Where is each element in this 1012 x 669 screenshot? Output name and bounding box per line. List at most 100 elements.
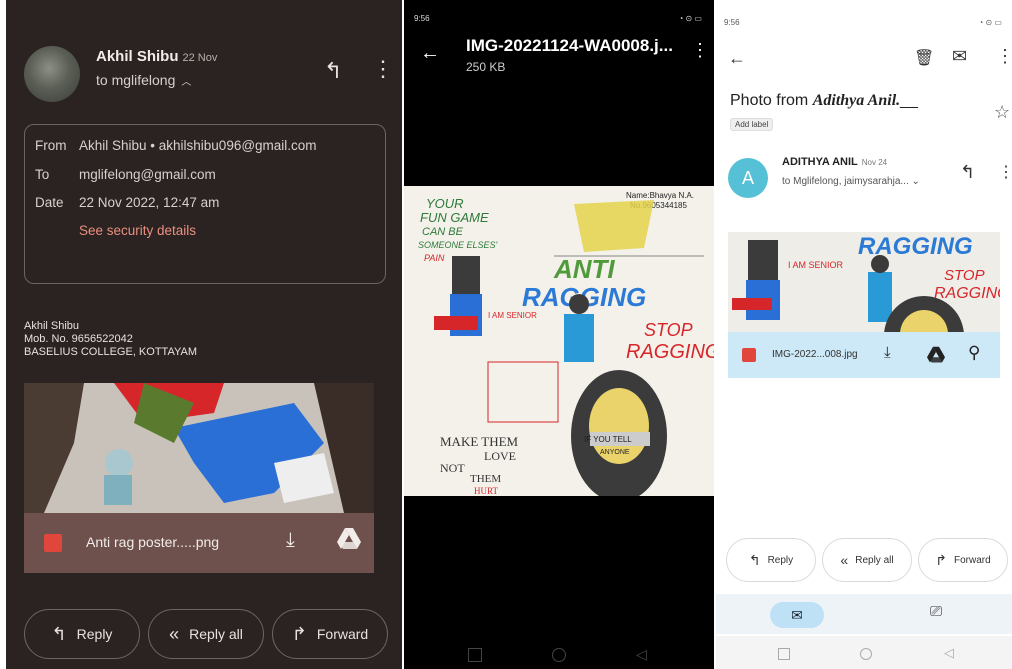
attachment-bar[interactable]: Anti rag poster.....png ⤓: [24, 513, 374, 573]
reply-icon[interactable]: ↰: [960, 162, 975, 183]
to-label: To: [35, 167, 50, 182]
reply-all-button[interactable]: « Reply all: [148, 609, 264, 659]
sender-avatar[interactable]: A: [728, 158, 768, 198]
star-icon[interactable]: ☆: [994, 102, 1010, 123]
forward-button[interactable]: ↱ Forward: [272, 609, 388, 659]
sender-name: ADITHYA ANIL: [782, 156, 858, 168]
attachment-preview[interactable]: RAGGING STOP RAGGING I AM SENIOR: [728, 232, 1000, 332]
sender-name: Akhil Shibu: [96, 48, 179, 65]
sender-header: Akhil Shibu 22 Nov: [96, 48, 217, 65]
poster-text: FUN GAME: [420, 210, 489, 225]
download-icon[interactable]: ⤓: [884, 344, 891, 361]
poster-text: RAGGING: [858, 233, 973, 260]
status-time: 9:56: [724, 18, 740, 27]
to-value: mglifelong@gmail.com: [79, 167, 216, 182]
poster-text: PAIN: [424, 253, 445, 263]
reply-label: Reply: [767, 554, 794, 566]
details-date-row: Date 22 Nov 2022, 12:47 am: [35, 195, 219, 210]
video-icon[interactable]: ⎚: [930, 603, 942, 620]
signature-line: BASELIUS COLLEGE, KOTTAYAM: [24, 346, 197, 358]
attachment-preview[interactable]: [24, 383, 374, 513]
forward-label: Forward: [316, 626, 369, 642]
reply-button[interactable]: ↰ Reply: [726, 538, 816, 582]
poster-text: CAN BE: [422, 226, 464, 238]
recipient-toggle[interactable]: to mglifelong ︿: [96, 72, 191, 88]
poster-text: RAGGING: [934, 285, 1000, 302]
recipient-toggle[interactable]: to Mglifelong, jaimysarahja... ⌄: [782, 176, 920, 187]
sender-date: 22 Nov: [182, 52, 218, 64]
back-arrow-icon[interactable]: ←: [728, 48, 746, 69]
reply-button[interactable]: ↰ Reply: [24, 609, 140, 659]
poster-crop-illustration: [24, 383, 374, 513]
more-vert-icon[interactable]: ⋮: [996, 46, 1012, 67]
email-signature: Akhil Shibu Mob. No. 9656522042 BASELIUS…: [24, 320, 197, 359]
status-icons: ◔ ⊙ ▭: [978, 18, 1002, 27]
email-subject: Photo from Adithya Anil.__: [730, 92, 918, 110]
poster-image[interactable]: Name:Bhavya N.A. No.9605344185 YOUR FUN …: [404, 186, 714, 496]
nav-back-button[interactable]: ◁: [636, 646, 647, 663]
poster-text: ANYONE: [600, 449, 630, 456]
date-value: 22 Nov 2022, 12:47 am: [79, 195, 220, 210]
more-vert-icon[interactable]: ⋮: [372, 56, 394, 82]
reply-all-button[interactable]: « Reply all: [822, 538, 912, 582]
poster-text: I AM SENIOR: [488, 311, 537, 320]
forward-icon: ↱: [291, 623, 307, 644]
reply-icon[interactable]: ↰: [324, 58, 342, 84]
poster-text: NOT: [440, 461, 465, 475]
poster-text: LOVE: [484, 449, 516, 463]
poster-text: STOP: [644, 320, 693, 340]
more-vert-icon[interactable]: ⋮: [691, 40, 709, 61]
back-arrow-icon[interactable]: ←: [420, 42, 440, 65]
security-details-link[interactable]: See security details: [79, 223, 196, 238]
status-icons: ◔ ⊙ ▭: [678, 14, 702, 23]
attachment-bar[interactable]: IMG-2022...008.jpg ⤓ ⚲: [728, 332, 1000, 378]
recipient-summary: to Mglifelong, jaimysarahja...: [782, 176, 909, 187]
sender-header: ADITHYA ANIL Nov 24: [782, 156, 887, 168]
nav-recents-button[interactable]: [468, 648, 482, 662]
from-label: From: [35, 138, 67, 153]
forward-label: Forward: [954, 554, 991, 566]
image-file-icon: [44, 534, 62, 552]
poster-text: STOP: [944, 267, 985, 284]
image-viewer-panel: 9:56 ◔ ⊙ ▭ ← IMG-20221124-WA0008.j... 25…: [404, 0, 714, 669]
poster-name: Name:Bhavya N.A.: [626, 191, 694, 200]
trash-icon[interactable]: 🗑: [914, 48, 934, 68]
chevron-up-icon: ︿: [181, 77, 192, 88]
mail-icon[interactable]: ✉: [952, 46, 967, 67]
poster-text: THEM: [470, 473, 501, 485]
drive-icon[interactable]: [336, 527, 362, 556]
subject-suffix: __: [900, 92, 918, 109]
add-label-chip[interactable]: Add label: [730, 118, 774, 131]
poster-text: SOMEONE ELSES': [418, 240, 498, 250]
poster-text: RAGGING: [626, 341, 714, 363]
reply-label: Reply: [76, 626, 113, 642]
dark-email-panel: Akhil Shibu 22 Nov to mglifelong ︿ ↰ ⋮ Fro…: [6, 0, 402, 669]
status-time: 9:56: [414, 14, 430, 23]
details-to-row: To mglifelong@gmail.com: [35, 167, 216, 182]
forward-button[interactable]: ↱ Forward: [918, 538, 1008, 582]
subject-name: Adithya Anil.: [812, 92, 901, 109]
download-icon[interactable]: ⤓: [286, 529, 295, 552]
attachment-filename: IMG-2022...008.jpg: [772, 349, 858, 360]
pin-icon[interactable]: ⚲: [968, 343, 980, 363]
poster-text: IF YOU TELL: [584, 435, 632, 444]
drive-icon[interactable]: [926, 346, 946, 369]
poster-text: MAKE THEM: [440, 434, 519, 449]
reply-all-label: Reply all: [189, 626, 243, 642]
sender-avatar[interactable]: [24, 46, 80, 102]
nav-home-button[interactable]: [552, 648, 566, 662]
nav-back-button[interactable]: ◁: [944, 645, 954, 661]
more-vert-icon[interactable]: ⋮: [998, 162, 1012, 182]
date-label: Date: [35, 195, 64, 210]
reply-all-icon: «: [840, 552, 849, 568]
message-details-box: From Akhil Shibu • akhilshibu096@gmail.co…: [24, 124, 386, 284]
nav-recents-button[interactable]: [778, 648, 790, 660]
mail-icon: ✉: [791, 606, 803, 623]
file-title: IMG-20221124-WA0008.j...: [466, 36, 673, 55]
file-size: 250 KB: [466, 60, 506, 74]
details-from-row: From Akhil Shibu • akhilshibu096@gmail.co…: [35, 138, 317, 153]
mail-tab[interactable]: ✉: [770, 602, 824, 628]
nav-home-button[interactable]: [860, 648, 872, 660]
anti-ragging-poster: Name:Bhavya N.A. No.9605344185 YOUR FUN …: [404, 186, 714, 496]
signature-line: Mob. No. 9656522042: [24, 333, 133, 345]
